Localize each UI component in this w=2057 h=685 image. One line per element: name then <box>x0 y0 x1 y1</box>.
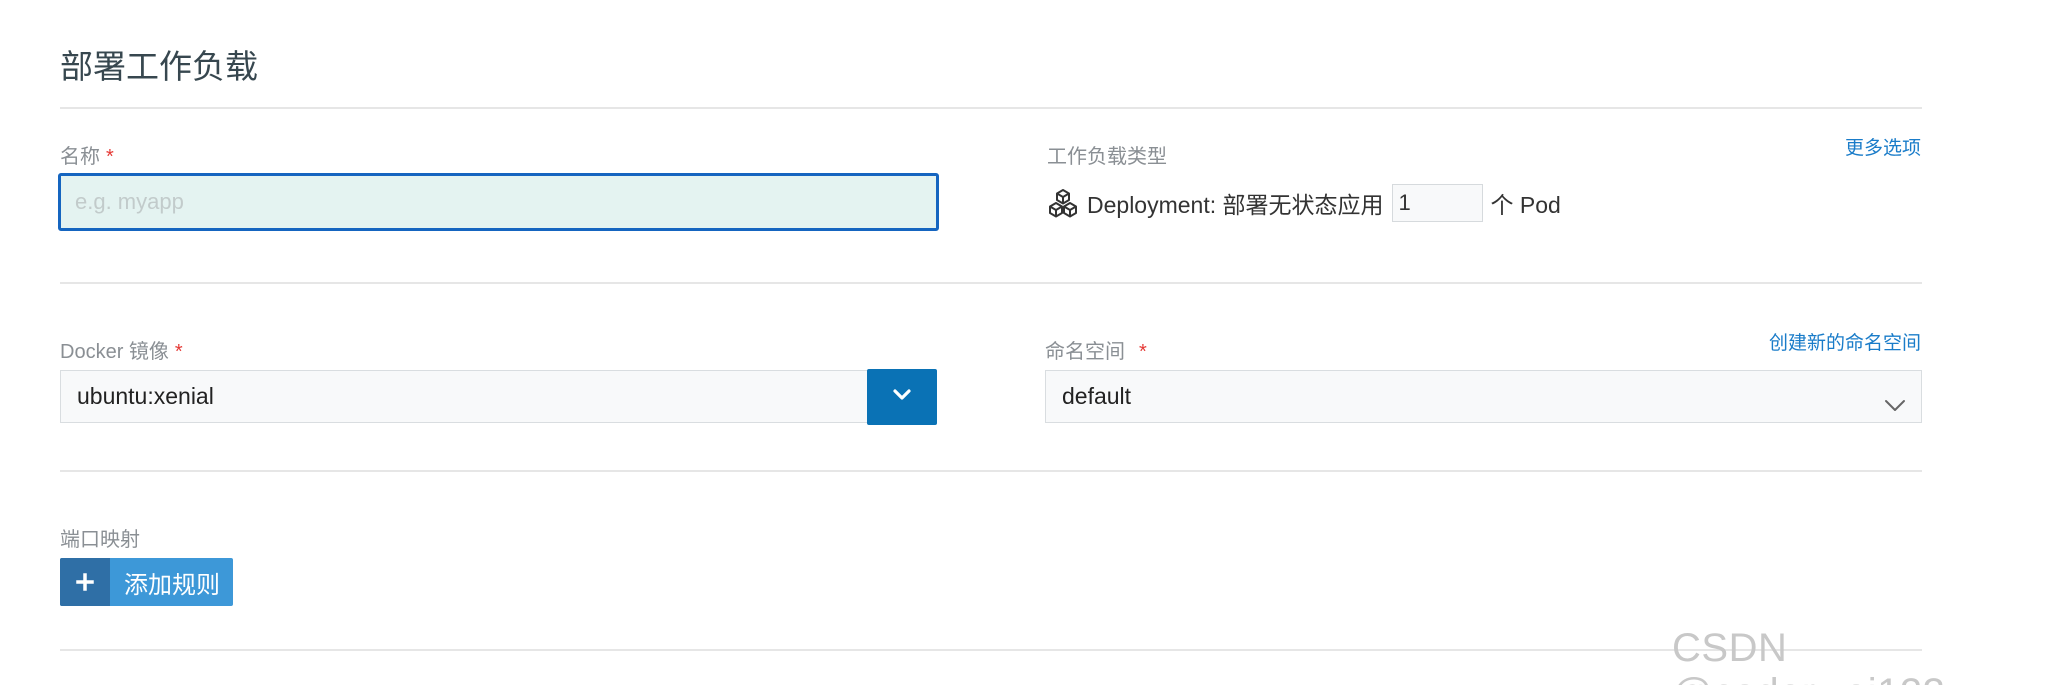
required-mark: * <box>174 341 183 363</box>
divider <box>60 107 1922 109</box>
replicas-suffix: 个 Pod <box>1490 192 1561 218</box>
namespace-label: 命名空间 * <box>1045 335 1147 364</box>
docker-image-dropdown-button[interactable] <box>867 369 937 425</box>
plus-icon <box>60 558 110 606</box>
add-rule-button[interactable]: 添加规则 <box>60 558 233 606</box>
more-options-link[interactable]: 更多选项 <box>1845 133 1921 160</box>
required-mark: * <box>106 146 114 168</box>
name-label-text: 名称 <box>60 146 100 168</box>
required-mark: * <box>1139 341 1147 363</box>
create-namespace-link[interactable]: 创建新的命名空间 <box>1769 328 1921 355</box>
replicas-input[interactable] <box>1391 184 1483 222</box>
page-title: 部署工作负载 <box>60 48 258 85</box>
add-rule-label: 添加规则 <box>124 571 220 599</box>
divider <box>60 282 1922 284</box>
name-label: 名称 * <box>60 140 114 169</box>
divider <box>60 649 1922 651</box>
docker-image-label: Docker 镜像 * <box>60 335 183 364</box>
namespace-select[interactable]: default <box>1045 370 1922 423</box>
namespace-label-text: 命名空间 <box>1045 341 1125 363</box>
chevron-down-icon <box>1883 385 1907 436</box>
watermark: CSDN @coderwei123 <box>1672 626 1945 685</box>
port-mapping-label: 端口映射 <box>60 529 140 551</box>
name-input[interactable] <box>58 173 939 231</box>
divider <box>60 470 1922 472</box>
namespace-value: default <box>1062 383 1132 409</box>
workload-type-text: Deployment: 部署无状态应用 <box>1087 192 1384 218</box>
docker-image-input[interactable]: ubuntu:xenial <box>60 370 868 423</box>
chevron-down-icon <box>890 383 914 412</box>
deployment-cubes-icon <box>1047 187 1079 219</box>
workload-type-label: 工作负载类型 <box>1047 146 1167 168</box>
workload-type-row: Deployment: 部署无状态应用 个 Pod <box>1047 183 1561 223</box>
docker-image-label-text: Docker 镜像 <box>60 341 169 363</box>
